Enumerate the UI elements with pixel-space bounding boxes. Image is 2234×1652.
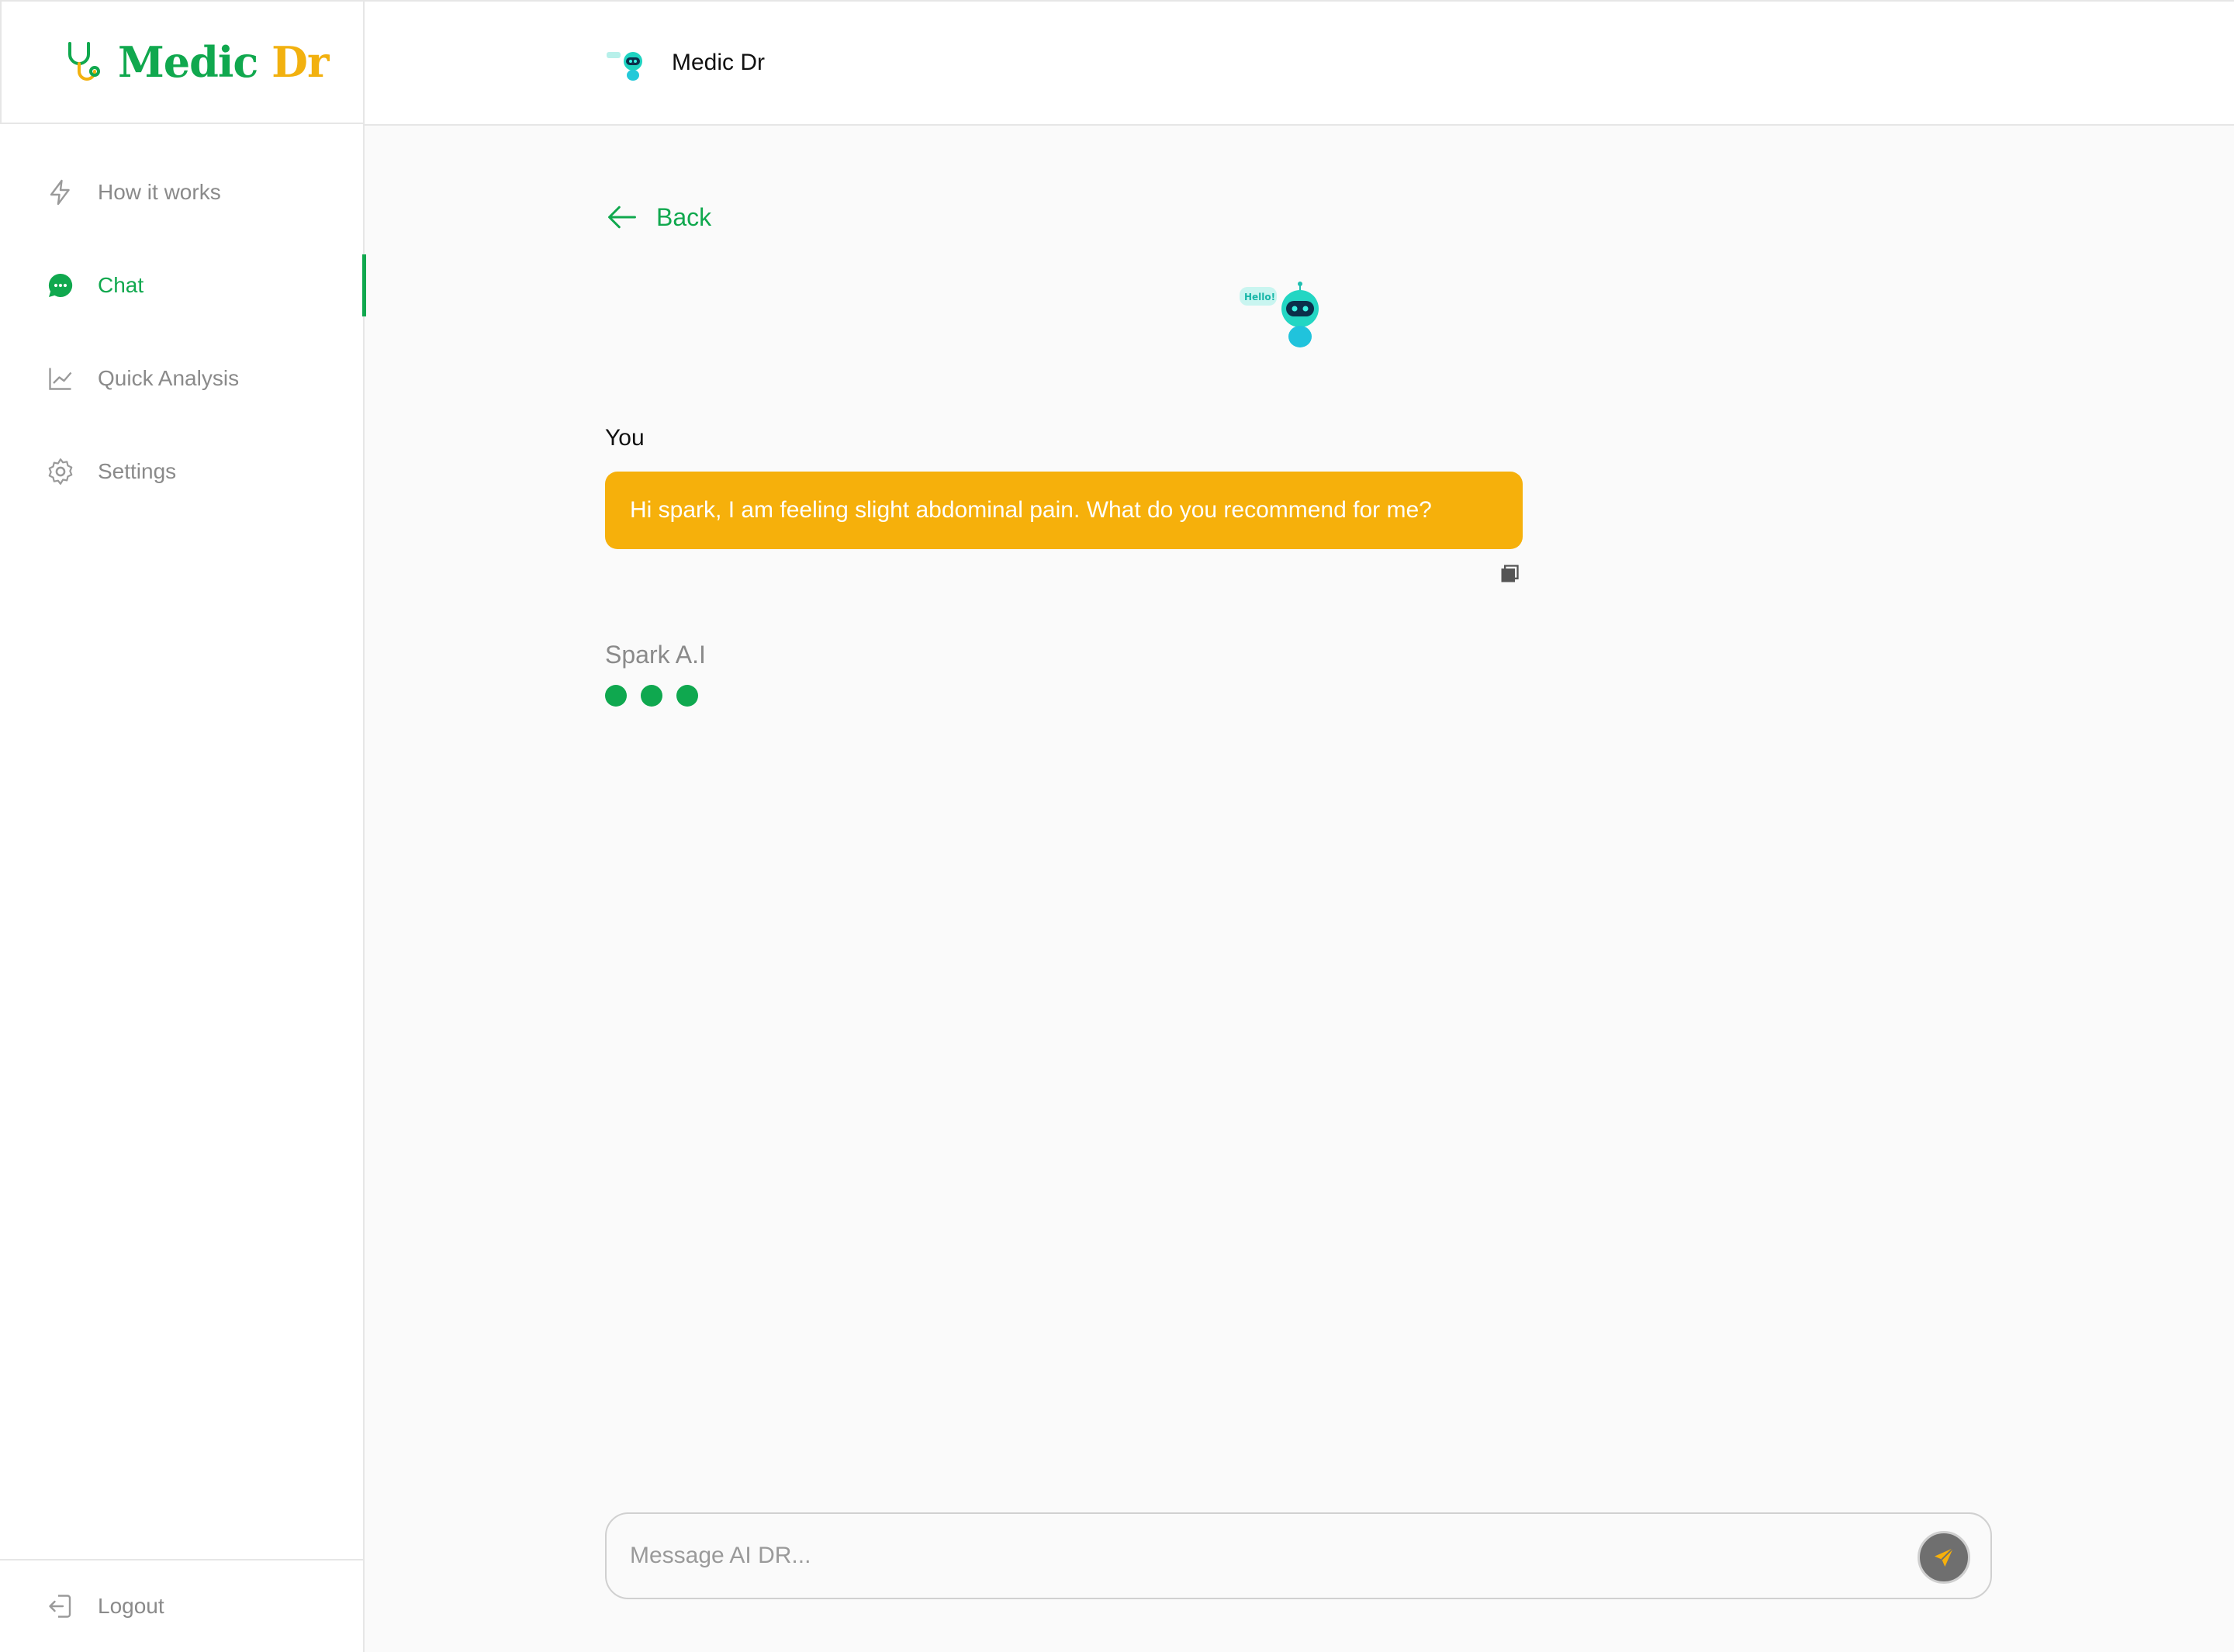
send-icon [1935, 1547, 1954, 1567]
logout-button[interactable]: Logout [0, 1559, 365, 1652]
logout-icon [45, 1591, 76, 1622]
arrow-left-icon [608, 206, 636, 229]
assistant-name-label: Spark A.I [605, 641, 706, 669]
sidebar-item-label: Chat [98, 273, 144, 297]
logout-label: Logout [98, 1594, 164, 1618]
stethoscope-icon [68, 42, 100, 81]
back-button[interactable]: Back [605, 200, 711, 234]
robot-mascot-icon: Hello! [1240, 282, 1319, 347]
copy-icon[interactable] [1499, 563, 1520, 585]
typing-indicator [605, 685, 712, 707]
typing-dot [641, 685, 662, 707]
sidebar-item-settings[interactable]: Settings [0, 441, 365, 503]
sidebar-item-label: How it works [98, 180, 221, 204]
sidebar: Medic Dr How it works Chat Quick Analysi… [0, 0, 366, 1652]
brand-name-part2: Dr [271, 37, 329, 87]
send-button[interactable] [1918, 1531, 1970, 1584]
back-label: Back [656, 202, 712, 231]
brand-name-part1: Medic [118, 37, 258, 87]
bot-greeting: Hello! [1244, 292, 1275, 302]
sidebar-nav: How it works Chat Quick Analysis Setting… [0, 161, 366, 534]
top-header: Medic Dr [365, 0, 2234, 126]
lightning-icon [45, 177, 76, 208]
gear-icon [45, 456, 76, 487]
typing-dot [676, 685, 698, 707]
brand-name: Medic Dr [118, 37, 329, 87]
sidebar-item-label: Settings [98, 459, 177, 483]
sidebar-item-quick-analysis[interactable]: Quick Analysis [0, 347, 365, 410]
sidebar-item-label: Quick Analysis [98, 366, 240, 390]
typing-dot [605, 685, 627, 707]
message-sender-label: You [605, 425, 645, 451]
chat-bubble-icon [45, 270, 76, 301]
app-root: Medic Dr How it works Chat Quick Analysi… [0, 0, 2234, 1652]
header-title: Medic Dr [672, 50, 766, 75]
sidebar-item-chat[interactable]: Chat [0, 254, 366, 316]
sidebar-item-how-it-works[interactable]: How it works [0, 161, 365, 223]
message-input[interactable] [630, 1543, 1871, 1569]
user-message-bubble: Hi spark, I am feeling slight abdominal … [605, 472, 1523, 549]
robot-avatar-icon [607, 52, 642, 81]
message-composer [605, 1512, 1992, 1599]
brand-logo[interactable]: Medic Dr [0, 0, 363, 124]
line-chart-icon [45, 363, 76, 394]
